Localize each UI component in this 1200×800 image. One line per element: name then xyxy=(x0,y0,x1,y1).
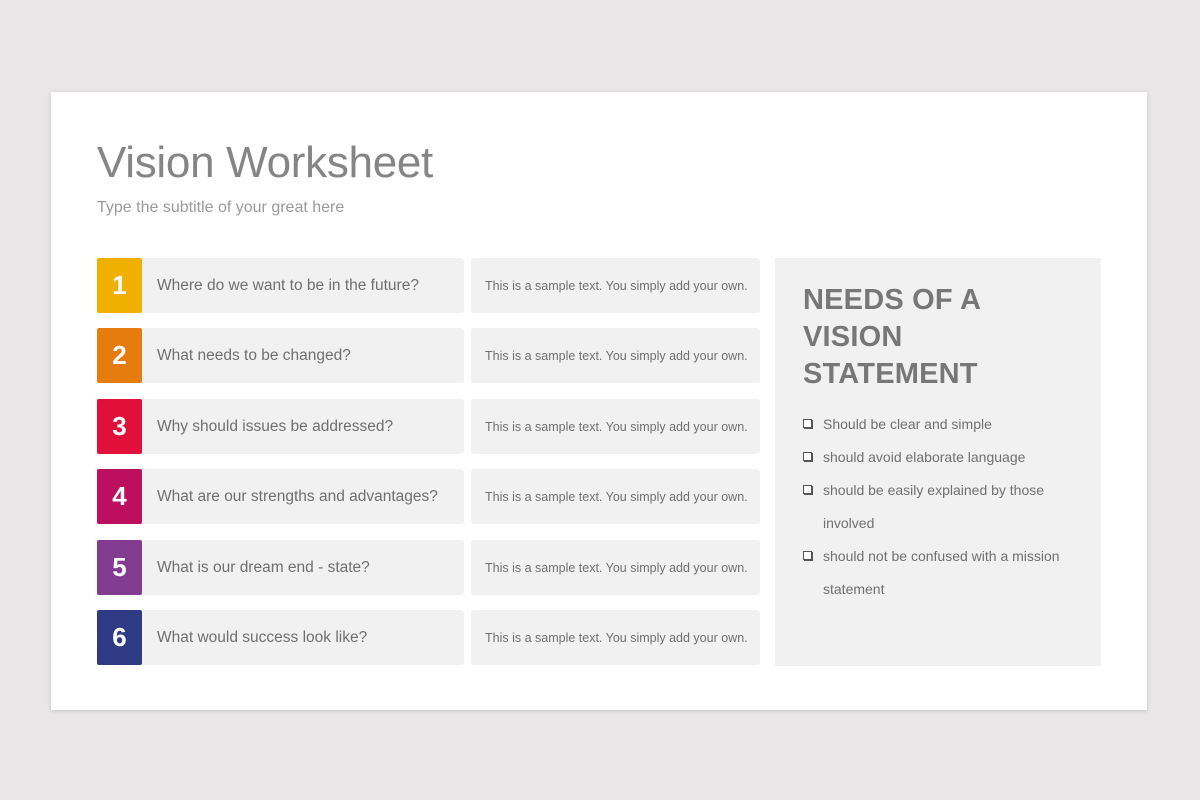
needs-list-item: should avoid elaborate language xyxy=(803,441,1093,474)
row-question: What is our dream end - state? xyxy=(142,540,464,595)
checkbox-icon xyxy=(803,551,812,560)
worksheet-row-1: 1 Where do we want to be in the future? … xyxy=(97,258,760,313)
row-number-badge: 4 xyxy=(97,469,142,524)
row-question: Where do we want to be in the future? xyxy=(142,258,464,313)
row-answer: This is a sample text. You simply add yo… xyxy=(471,328,760,383)
row-answer: This is a sample text. You simply add yo… xyxy=(471,258,760,313)
needs-list-item: should be easily explained by those invo… xyxy=(803,474,1093,540)
needs-list-item: Should be clear and simple xyxy=(803,408,1093,441)
row-question: What would success look like? xyxy=(142,610,464,665)
page-subtitle: Type the subtitle of your great here xyxy=(97,199,345,216)
row-number-badge: 6 xyxy=(97,610,142,665)
row-question: What are our strengths and advantages? xyxy=(142,469,464,524)
needs-item-text: Should be clear and simple xyxy=(823,416,992,432)
row-answer: This is a sample text. You simply add yo… xyxy=(471,399,760,454)
row-answer: This is a sample text. You simply add yo… xyxy=(471,469,760,524)
needs-item-text: should avoid elaborate language xyxy=(823,449,1026,465)
row-answer: This is a sample text. You simply add yo… xyxy=(471,610,760,665)
row-answer: This is a sample text. You simply add yo… xyxy=(471,540,760,595)
needs-heading: NEEDS OF A VISION STATEMENT xyxy=(803,284,981,390)
checkbox-icon xyxy=(803,485,812,494)
row-number-badge: 5 xyxy=(97,540,142,595)
needs-list: Should be clear and simple should avoid … xyxy=(803,408,1093,606)
page-title: Vision Worksheet xyxy=(97,138,433,187)
worksheet-row-5: 5 What is our dream end - state? This is… xyxy=(97,540,760,595)
slide: Vision Worksheet Type the subtitle of yo… xyxy=(51,92,1147,710)
needs-item-text: should be easily explained by those invo… xyxy=(823,482,1045,531)
needs-list-item: should not be confused with a mission st… xyxy=(803,540,1093,606)
needs-item-text: should not be confused with a mission st… xyxy=(823,548,1060,597)
checkbox-icon xyxy=(803,452,812,461)
row-number-badge: 1 xyxy=(97,258,142,313)
row-question: What needs to be changed? xyxy=(142,328,464,383)
worksheet-row-4: 4 What are our strengths and advantages?… xyxy=(97,469,760,524)
worksheet-row-3: 3 Why should issues be addressed? This i… xyxy=(97,399,760,454)
worksheet-row-2: 2 What needs to be changed? This is a sa… xyxy=(97,328,760,383)
row-question: Why should issues be addressed? xyxy=(142,399,464,454)
row-number-badge: 3 xyxy=(97,399,142,454)
needs-panel: NEEDS OF A VISION STATEMENT Should be cl… xyxy=(775,258,1101,666)
worksheet-row-6: 6 What would success look like? This is … xyxy=(97,610,760,665)
row-number-badge: 2 xyxy=(97,328,142,383)
checkbox-icon xyxy=(803,419,812,428)
